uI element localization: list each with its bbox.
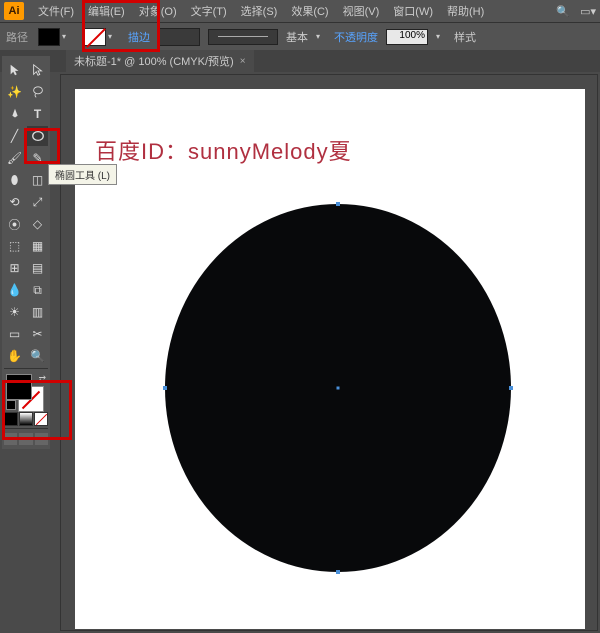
top-anchor[interactable]	[336, 202, 340, 206]
default-colors-icon[interactable]	[6, 400, 16, 410]
menu-object[interactable]: 对象(O)	[133, 1, 183, 21]
workspace-switcher[interactable]: ▭▾	[576, 3, 600, 20]
type-tool[interactable]: T	[27, 104, 48, 124]
paintbrush-tool[interactable]: 🖌	[4, 148, 25, 168]
direct-selection-tool[interactable]	[27, 60, 48, 80]
document-tab[interactable]: 未标题-1* @ 100% (CMYK/预览) ×	[66, 50, 254, 72]
menu-help[interactable]: 帮助(H)	[441, 1, 490, 21]
draw-mode-inside[interactable]	[35, 433, 48, 445]
close-tab-icon[interactable]: ×	[240, 56, 246, 67]
perspective-tool[interactable]: ▦	[27, 236, 48, 256]
stroke-weight-input[interactable]	[158, 28, 200, 46]
rotate-tool[interactable]: ⟲	[4, 192, 25, 212]
toolbar: ✨ T ╱ 🖌 ✎ ⬮ ◫ ⟲ ⤢ ⦿ ◇ ⬚ ▦ ⊞ ▤ 💧 ⧉ ☀ ▥ ▭	[2, 56, 50, 449]
brush-basic-label: 基本	[286, 29, 308, 45]
brush-dropdown-icon[interactable]: ▾	[316, 32, 326, 41]
pencil-tool[interactable]: ✎	[27, 148, 48, 168]
stroke-label[interactable]: 描边	[128, 29, 150, 45]
toolbar-fill-swatch[interactable]	[6, 374, 32, 400]
ellipse-tooltip: 椭圆工具 (L)	[48, 164, 117, 185]
document-title: 未标题-1* @ 100% (CMYK/预览)	[74, 53, 234, 69]
artboard-tool[interactable]: ▭	[4, 324, 25, 344]
menu-window[interactable]: 窗口(W)	[387, 1, 439, 21]
draw-mode-normal[interactable]	[4, 433, 17, 445]
line-tool[interactable]: ╱	[4, 126, 25, 146]
center-anchor[interactable]	[337, 387, 340, 390]
menu-effect[interactable]: 效果(C)	[285, 1, 334, 21]
stroke-dropdown-icon[interactable]: ▾	[108, 32, 118, 41]
right-anchor[interactable]	[509, 386, 513, 390]
symbol-tool[interactable]: ☀	[4, 302, 25, 322]
left-anchor[interactable]	[163, 386, 167, 390]
graph-tool[interactable]: ▥	[27, 302, 48, 322]
fill-control[interactable]: ▾	[36, 26, 74, 48]
brush-definition[interactable]	[208, 29, 278, 45]
free-transform-tool[interactable]: ◇	[27, 214, 48, 234]
blend-tool[interactable]: ⧉	[27, 280, 48, 300]
zoom-tool[interactable]: 🔍	[27, 346, 48, 366]
opacity-dropdown-icon[interactable]: ▾	[436, 32, 446, 41]
hand-tool[interactable]: ✋	[4, 346, 25, 366]
color-mode-gradient[interactable]	[19, 412, 33, 426]
menu-edit[interactable]: 编辑(E)	[82, 1, 131, 21]
ellipse-tool[interactable]	[27, 126, 48, 146]
stroke-control[interactable]: ▾	[82, 26, 120, 48]
menu-type[interactable]: 文字(T)	[185, 1, 233, 21]
blob-brush-tool[interactable]: ⬮	[4, 170, 25, 190]
fill-stroke-colors[interactable]: ⇄	[4, 372, 48, 410]
gradient-tool[interactable]: ▤	[27, 258, 48, 278]
bottom-anchor[interactable]	[336, 570, 340, 574]
slice-tool[interactable]: ✂	[27, 324, 48, 344]
stroke-swatch[interactable]	[84, 28, 106, 46]
draw-mode-behind[interactable]	[19, 433, 32, 445]
fill-dropdown-icon[interactable]: ▾	[62, 32, 72, 41]
screen-modes	[4, 433, 48, 445]
menu-view[interactable]: 视图(V)	[337, 1, 386, 21]
shape-builder-tool[interactable]: ⬚	[4, 236, 25, 256]
lasso-tool[interactable]	[27, 82, 48, 102]
scale-tool[interactable]: ⤢	[27, 192, 48, 212]
fill-swatch[interactable]	[38, 28, 60, 46]
magic-wand-tool[interactable]: ✨	[4, 82, 25, 102]
opacity-input[interactable]: 100%	[386, 29, 428, 45]
color-mode-none[interactable]	[34, 412, 48, 426]
eyedropper-tool[interactable]: 💧	[4, 280, 25, 300]
opacity-label[interactable]: 不透明度	[334, 29, 378, 45]
search-icon[interactable]: 🔍	[552, 3, 574, 20]
ellipse-shape[interactable]	[165, 204, 511, 572]
eraser-tool[interactable]: ◫	[27, 170, 48, 190]
swap-colors-icon[interactable]: ⇄	[38, 374, 46, 385]
control-bar: 路径 ▾ ▾ 描边 基本 ▾ 不透明度 100% ▾ 样式	[0, 22, 600, 50]
menu-bar: Ai 文件(F) 编辑(E) 对象(O) 文字(T) 选择(S) 效果(C) 视…	[0, 0, 600, 22]
artboard[interactable]: 百度ID：sunnyMelody夏	[75, 89, 585, 629]
document-tab-bar: 未标题-1* @ 100% (CMYK/预览) ×	[0, 50, 600, 72]
color-modes	[4, 412, 48, 426]
watermark-text: 百度ID：sunnyMelody夏	[95, 134, 352, 166]
canvas-area: 百度ID：sunnyMelody夏	[60, 74, 598, 631]
app-logo: Ai	[4, 2, 24, 20]
menu-file[interactable]: 文件(F)	[32, 1, 80, 21]
width-tool[interactable]: ⦿	[4, 214, 25, 234]
menu-select[interactable]: 选择(S)	[235, 1, 284, 21]
style-label[interactable]: 样式	[454, 29, 476, 45]
selection-tool[interactable]	[4, 60, 25, 80]
mesh-tool[interactable]: ⊞	[4, 258, 25, 278]
color-mode-solid[interactable]	[4, 412, 18, 426]
pen-tool[interactable]	[4, 104, 25, 124]
path-label: 路径	[6, 29, 28, 45]
